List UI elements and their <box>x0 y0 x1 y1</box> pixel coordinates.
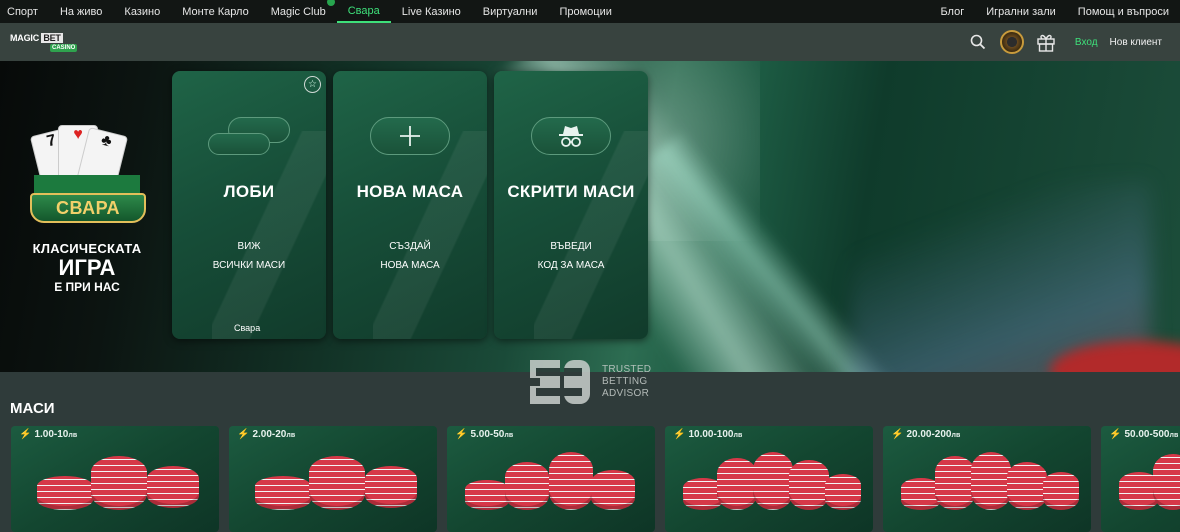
table-currency: лв <box>1169 432 1179 439</box>
tba-line-2: BETTING <box>602 376 648 387</box>
lobby-title: ЛОБИ <box>223 182 275 201</box>
tables-list: ⚡ 1.00-10лв ⚡ 2.00-20лв ⚡ 5.00-50лв ⚡ 10.00-… <box>11 426 1180 532</box>
table-currency: лв <box>286 432 296 439</box>
nav-monte-carlo[interactable]: Монте Карло <box>171 0 260 23</box>
table-card[interactable]: ⚡ 50.00-500лв <box>1101 426 1180 532</box>
tba-logo-icon <box>530 358 598 406</box>
table-currency: лв <box>504 432 514 439</box>
svara-promo: 7 ♥ ♣ СВАРА КЛАСИЧЕСКАТА ИГРА Е ПРИ НАС <box>12 121 162 294</box>
lobby-icon-back <box>208 133 270 155</box>
search-icon[interactable] <box>961 27 995 57</box>
table-stake-value: 20.00-200 <box>906 429 952 440</box>
new-table-sub-1: СЪЗДАЙ <box>389 241 431 252</box>
gift-icon[interactable] <box>1029 27 1063 57</box>
chip-stacks-illustration <box>465 452 645 512</box>
incognito-icon <box>531 117 611 155</box>
hero-banner: 7 ♥ ♣ СВАРА КЛАСИЧЕСКАТА ИГРА Е ПРИ НАС … <box>0 61 1180 372</box>
table-card[interactable]: ⚡ 1.00-10лв <box>11 426 219 532</box>
table-card[interactable]: ⚡ 10.00-100лв <box>665 426 873 532</box>
table-stake: ⚡ 10.00-100лв <box>673 429 742 440</box>
chip-stacks-illustration <box>29 452 209 512</box>
nav-gaming-halls[interactable]: Игрални зали <box>975 0 1067 23</box>
favorite-star-icon[interactable]: ☆ <box>304 76 321 93</box>
tba-text: TRUSTED BETTING ADVISOR <box>602 364 651 400</box>
chip-stacks-illustration <box>1119 452 1180 512</box>
chip-stacks-illustration <box>901 452 1081 512</box>
nav-promotions[interactable]: Промоции <box>548 0 622 23</box>
table-card[interactable]: ⚡ 20.00-200лв <box>883 426 1091 532</box>
table-stake-value: 1.00-10 <box>34 429 69 440</box>
login-link[interactable]: Вход <box>1075 37 1098 48</box>
table-stake: ⚡ 20.00-200лв <box>891 429 960 440</box>
nav-svara[interactable]: Свара <box>336 0 391 23</box>
new-badge-icon <box>326 0 335 6</box>
tba-line-3: ADVISOR <box>602 388 650 399</box>
nav-casino[interactable]: Казино <box>113 0 171 23</box>
lobby-subtitle: ВИЖ ВСИЧКИ МАСИ <box>172 237 326 275</box>
fortune-wheel-icon[interactable] <box>995 27 1029 57</box>
trusted-betting-advisor-watermark: TRUSTED BETTING ADVISOR <box>530 358 651 406</box>
hidden-tables-sub-1: ВЪВЕДИ <box>550 241 592 252</box>
lobby-tile[interactable]: ☆ ЛОБИ ВИЖ ВСИЧКИ МАСИ Свара <box>172 71 326 339</box>
table-stake-value: 10.00-100 <box>688 429 734 440</box>
nav-blog[interactable]: Блог <box>929 0 975 23</box>
tba-line-1: TRUSTED <box>602 364 652 375</box>
lightning-icon: ⚡ <box>237 429 250 440</box>
chip-stacks-illustration <box>247 452 427 512</box>
table-card[interactable]: ⚡ 2.00-20лв <box>229 426 437 532</box>
lobby-sub-1: ВИЖ <box>237 241 261 252</box>
table-stake: ⚡ 50.00-500лв <box>1109 429 1178 440</box>
lobby-sub-2: ВСИЧКИ МАСИ <box>212 260 286 271</box>
hidden-tables-sub-2: КОД ЗА МАСА <box>537 260 605 271</box>
logo-magic: MAGIC <box>10 33 39 43</box>
lobby-icon <box>228 117 290 143</box>
nav-live-casino[interactable]: Live Казино <box>391 0 472 23</box>
lightning-icon: ⚡ <box>1109 429 1122 440</box>
new-table-subtitle: СЪЗДАЙ НОВА МАСА <box>333 237 487 275</box>
table-stake: ⚡ 5.00-50лв <box>455 429 513 440</box>
new-table-tile[interactable]: НОВА МАСА СЪЗДАЙ НОВА МАСА <box>333 71 487 339</box>
table-currency: лв <box>68 432 78 439</box>
new-table-title: НОВА МАСА <box>356 182 464 201</box>
nav-help[interactable]: Помощ и въпроси <box>1067 0 1180 23</box>
promo-line-2: ИГРА <box>58 255 116 280</box>
logo-casino: CASINO <box>50 44 78 52</box>
table-currency: лв <box>951 432 961 439</box>
table-stake-value: 50.00-500 <box>1124 429 1170 440</box>
chip-stacks-illustration <box>683 452 863 512</box>
promo-line-1: КЛАСИЧЕСКАТА <box>32 241 142 256</box>
cards-and-chips-illustration: 7 ♥ ♣ СВАРА <box>12 121 162 241</box>
lightning-icon: ⚡ <box>455 429 468 440</box>
table-currency: лв <box>733 432 743 439</box>
table-stake: ⚡ 1.00-10лв <box>19 429 77 440</box>
lightning-icon: ⚡ <box>19 429 32 440</box>
register-link[interactable]: Нов клиент <box>1110 37 1162 48</box>
hidden-tables-subtitle: ВЪВЕДИ КОД ЗА МАСА <box>494 237 648 275</box>
plus-icon <box>370 117 450 155</box>
table-card[interactable]: ⚡ 5.00-50лв <box>447 426 655 532</box>
nav-live[interactable]: На живо <box>49 0 113 23</box>
magicbet-logo[interactable]: MAGIC BET CASINO <box>10 30 78 54</box>
svara-badge: СВАРА <box>55 198 121 218</box>
hidden-tables-title: СКРИТИ МАСИ <box>507 182 635 201</box>
new-table-sub-2: НОВА МАСА <box>380 260 440 271</box>
nav-sport[interactable]: Спорт <box>0 0 49 23</box>
top-navigation: Спорт На живо Казино Монте Карло Magic C… <box>0 0 1180 23</box>
logo-text: MAGIC BET <box>10 33 63 43</box>
nav-magic-club[interactable]: Magic Club <box>260 0 337 23</box>
tables-section-title: МАСИ <box>10 400 55 417</box>
header-bar: MAGIC BET CASINO Вход Нов клиент <box>0 23 1180 61</box>
promo-line-3: Е ПРИ НАС <box>54 280 120 294</box>
nav-virtual[interactable]: Виртуални <box>472 0 549 23</box>
table-stake-value: 5.00-50 <box>470 429 505 440</box>
lobby-footer-label: Свара <box>234 323 261 333</box>
lightning-icon: ⚡ <box>891 429 904 440</box>
table-stake-value: 2.00-20 <box>252 429 287 440</box>
logo-bet: BET <box>41 33 63 43</box>
table-stake: ⚡ 2.00-20лв <box>237 429 295 440</box>
hidden-tables-tile[interactable]: СКРИТИ МАСИ ВЪВЕДИ КОД ЗА МАСА <box>494 71 648 339</box>
nav-magic-club-label: Magic Club <box>270 5 326 18</box>
lightning-icon: ⚡ <box>673 429 686 440</box>
